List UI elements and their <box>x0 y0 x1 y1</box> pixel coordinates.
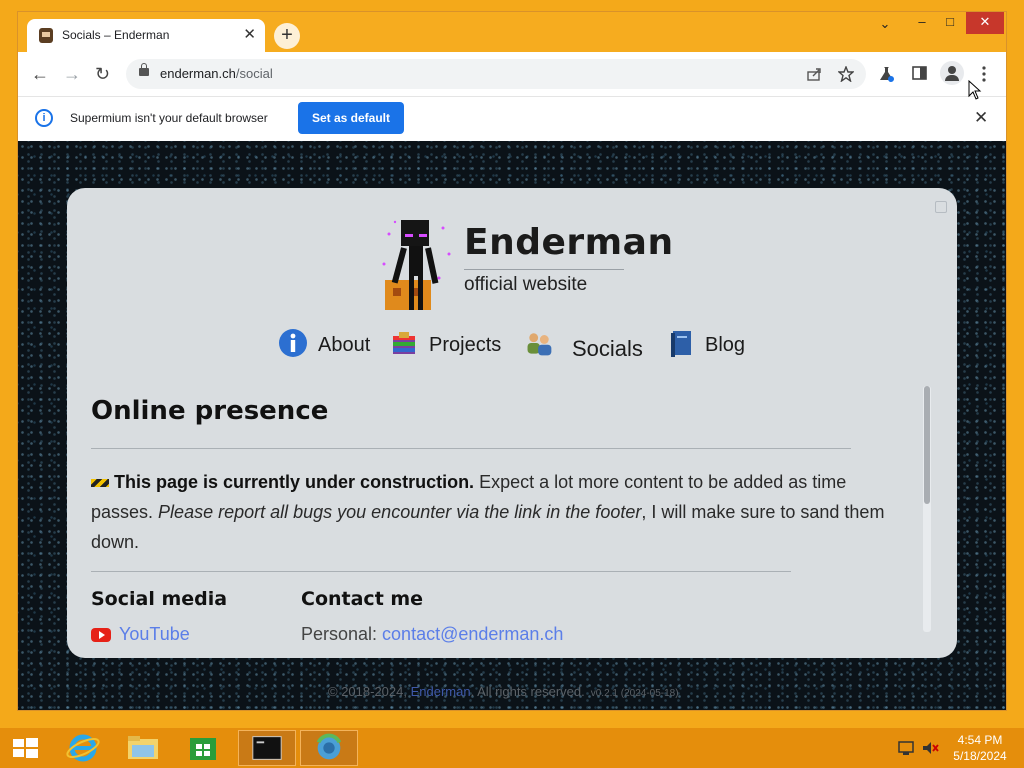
brand-divider <box>464 269 624 270</box>
bookmark-star-icon[interactable] <box>838 66 854 82</box>
nav-projects[interactable]: Projects <box>389 326 509 366</box>
contact-heading: Contact me <box>301 588 424 610</box>
url-domain: enderman.ch <box>160 66 236 81</box>
address-bar[interactable]: enderman.ch/social <box>126 59 866 89</box>
scrollbar-thumb[interactable] <box>924 386 930 504</box>
new-tab-button[interactable]: + <box>274 23 300 49</box>
main-card: Enderman official website About Projects… <box>67 188 957 658</box>
nav-about[interactable]: About <box>278 326 378 366</box>
enderman-logo <box>382 220 451 310</box>
url-text[interactable]: enderman.ch/social <box>160 66 273 81</box>
footer-copyright: © 2018-2024, <box>328 684 411 699</box>
side-panel-icon[interactable] <box>912 66 927 80</box>
footer-version: v0.2.1 (2024-05-18) <box>590 688 679 699</box>
enderman-favicon-icon <box>39 28 53 43</box>
tab-socials[interactable]: Socials – Enderman ✕ <box>27 19 265 52</box>
contact-label: Personal: <box>301 624 383 644</box>
url-path: /social <box>235 66 273 81</box>
youtube-link[interactable]: YouTube <box>119 624 190 644</box>
theme-toggle-icon[interactable] <box>935 201 947 213</box>
close-window-button[interactable]: ✕ <box>966 12 1004 34</box>
supermium-icon[interactable] <box>300 730 358 766</box>
clock-date: 5/18/2024 <box>953 749 1007 763</box>
clock-time: 4:54 PM <box>957 733 1003 747</box>
tab-title: Socials – Enderman <box>62 28 170 42</box>
nav-about-label: About <box>318 334 371 356</box>
site-subtitle: official website <box>464 274 588 295</box>
file-explorer-icon[interactable] <box>116 730 170 766</box>
contact-personal: Personal: contact@enderman.ch <box>301 624 563 645</box>
store-icon[interactable] <box>176 730 230 766</box>
labs-flask-icon[interactable] <box>879 66 894 82</box>
nav-socials[interactable]: Socials <box>524 326 652 366</box>
construction-notice: This page is currently under constructio… <box>91 467 901 557</box>
web-page: Enderman official website About Projects… <box>18 141 1006 710</box>
footer-name-link[interactable]: Enderman <box>411 684 471 699</box>
taskbar-clock[interactable]: 4:54 PM 5/18/2024 <box>940 732 1020 764</box>
command-prompt-icon[interactable] <box>238 730 296 766</box>
infobar-message: Supermium isn't your default browser <box>70 111 268 125</box>
share-icon[interactable] <box>807 67 823 81</box>
contact-email-link[interactable]: contact@enderman.ch <box>382 624 563 644</box>
page-heading: Online presence <box>91 396 329 426</box>
notice-italic: Please report all bugs you encounter via… <box>158 502 642 522</box>
start-button[interactable] <box>0 730 50 766</box>
internet-explorer-icon[interactable] <box>56 730 110 766</box>
default-browser-infobar: i Supermium isn't your default browser S… <box>18 97 1006 142</box>
tab-search-icon[interactable]: ⌄ <box>875 14 895 36</box>
youtube-icon <box>91 628 111 643</box>
minimize-button[interactable]: – <box>912 12 932 34</box>
footer-rights: . All rights reserved. <box>470 684 585 699</box>
browser-window: Socials – Enderman ✕ + ⌄ – □ ✕ ← → ↻ end… <box>18 12 1006 710</box>
tab-close-icon[interactable]: ✕ <box>243 25 256 43</box>
projects-box-icon <box>393 332 415 354</box>
set-as-default-button[interactable]: Set as default <box>298 102 404 134</box>
nav-blog-label: Blog <box>705 334 746 356</box>
forward-button[interactable]: → <box>63 64 81 84</box>
nav-blog[interactable]: Blog <box>667 326 757 366</box>
main-content: Online presence This page is currently u… <box>91 388 921 658</box>
reload-button[interactable]: ↻ <box>95 64 110 84</box>
site-footer: © 2018-2024, Enderman. All rights reserv… <box>328 684 679 699</box>
taskbar: 4:54 PM 5/18/2024 <box>0 728 1024 768</box>
people-icon <box>527 333 552 356</box>
back-button[interactable]: ← <box>31 64 49 84</box>
lock-icon[interactable] <box>139 63 149 76</box>
info-icon <box>279 329 307 357</box>
social-youtube[interactable]: YouTube <box>91 624 190 645</box>
infobar-close-icon[interactable]: ✕ <box>974 108 988 128</box>
profile-icon[interactable] <box>940 61 964 85</box>
browser-toolbar: ← → ↻ enderman.ch/social <box>18 52 1006 97</box>
maximize-button[interactable]: □ <box>940 12 960 34</box>
book-icon <box>671 331 691 357</box>
heading-divider <box>91 448 851 449</box>
mouse-cursor-icon <box>968 80 982 100</box>
construction-sign-icon <box>91 479 109 488</box>
notice-bold: This page is currently under constructio… <box>114 472 475 492</box>
nav-projects-label: Projects <box>429 334 502 356</box>
nav-socials-label: Socials <box>572 336 643 361</box>
tab-strip: Socials – Enderman ✕ + ⌄ – □ ✕ <box>18 12 1006 52</box>
network-tray-icon[interactable] <box>897 740 915 756</box>
section-divider <box>91 571 791 572</box>
social-media-heading: Social media <box>91 588 228 610</box>
content-scrollbar[interactable] <box>923 386 931 632</box>
info-icon: i <box>35 109 53 127</box>
volume-muted-icon[interactable] <box>921 740 939 756</box>
site-brand[interactable]: Enderman <box>464 222 674 263</box>
